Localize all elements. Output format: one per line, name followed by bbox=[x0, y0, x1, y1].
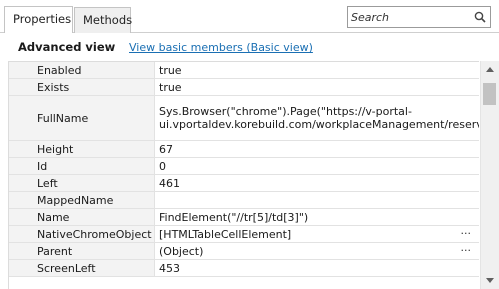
view-bar: Advanced view View basic members (Basic … bbox=[0, 34, 499, 60]
property-value-text: (Object) bbox=[159, 244, 204, 258]
property-name: NativeChromeObject bbox=[9, 226, 155, 242]
property-value[interactable]: 461 bbox=[155, 175, 479, 191]
property-row-enabled[interactable]: Enabled true bbox=[9, 62, 479, 79]
property-value[interactable]: 67 bbox=[155, 141, 479, 157]
basic-view-link[interactable]: View basic members (Basic view) bbox=[129, 41, 313, 54]
property-name: Left bbox=[9, 175, 155, 191]
property-name: Enabled bbox=[9, 62, 155, 78]
vertical-scrollbar[interactable] bbox=[480, 61, 499, 289]
property-value[interactable]: [HTMLTableCellElement] ··· bbox=[155, 226, 479, 242]
tab-bar: Properties Methods bbox=[0, 0, 499, 33]
property-name: Parent bbox=[9, 243, 155, 259]
property-row-screenleft[interactable]: ScreenLeft 453 bbox=[9, 260, 479, 277]
property-value-text: [HTMLTableCellElement] bbox=[159, 227, 292, 241]
expand-ellipsis-button[interactable]: ··· bbox=[461, 227, 472, 240]
properties-grid: Enabled true Exists true FullName Sys.Br… bbox=[8, 61, 479, 289]
property-row-mappedname[interactable]: MappedName bbox=[9, 192, 479, 209]
property-value[interactable]: 0 bbox=[155, 158, 479, 174]
property-value[interactable] bbox=[155, 192, 479, 208]
property-name: Name bbox=[9, 209, 155, 225]
property-row-id[interactable]: Id 0 bbox=[9, 158, 479, 175]
property-row-nativechromeobject[interactable]: NativeChromeObject [HTMLTableCellElement… bbox=[9, 226, 479, 243]
property-name: FullName bbox=[9, 96, 155, 140]
property-name: Height bbox=[9, 141, 155, 157]
property-value[interactable]: Sys.Browser("chrome").Page("https://v-po… bbox=[155, 96, 479, 140]
property-row-parent[interactable]: Parent (Object) ··· bbox=[9, 243, 479, 260]
view-title: Advanced view bbox=[18, 40, 116, 54]
property-value[interactable]: true bbox=[155, 79, 479, 95]
property-name: MappedName bbox=[9, 192, 155, 208]
property-name: Exists bbox=[9, 79, 155, 95]
scroll-up-icon[interactable] bbox=[486, 67, 494, 72]
search-input[interactable] bbox=[348, 7, 468, 27]
property-value[interactable]: 453 bbox=[155, 260, 479, 276]
property-row-name[interactable]: Name FindElement("//tr[5]/td[3]") bbox=[9, 209, 479, 226]
search-icon[interactable] bbox=[474, 11, 486, 23]
scroll-down-icon[interactable] bbox=[486, 278, 494, 283]
property-row-left[interactable]: Left 461 bbox=[9, 175, 479, 192]
property-row-height[interactable]: Height 67 bbox=[9, 141, 479, 158]
expand-ellipsis-button[interactable]: ··· bbox=[461, 244, 472, 257]
scrollbar-thumb[interactable] bbox=[483, 83, 496, 105]
search-box[interactable] bbox=[347, 6, 491, 28]
property-row-exists[interactable]: Exists true bbox=[9, 79, 479, 96]
property-name: Id bbox=[9, 158, 155, 174]
property-value[interactable]: (Object) ··· bbox=[155, 243, 479, 259]
property-value[interactable]: FindElement("//tr[5]/td[3]") bbox=[155, 209, 479, 225]
property-name: ScreenLeft bbox=[9, 260, 155, 276]
tab-methods[interactable]: Methods bbox=[74, 7, 132, 33]
property-value[interactable]: true bbox=[155, 62, 479, 78]
tab-properties[interactable]: Properties bbox=[4, 6, 73, 33]
property-row-fullname[interactable]: FullName Sys.Browser("chrome").Page("htt… bbox=[9, 96, 479, 141]
